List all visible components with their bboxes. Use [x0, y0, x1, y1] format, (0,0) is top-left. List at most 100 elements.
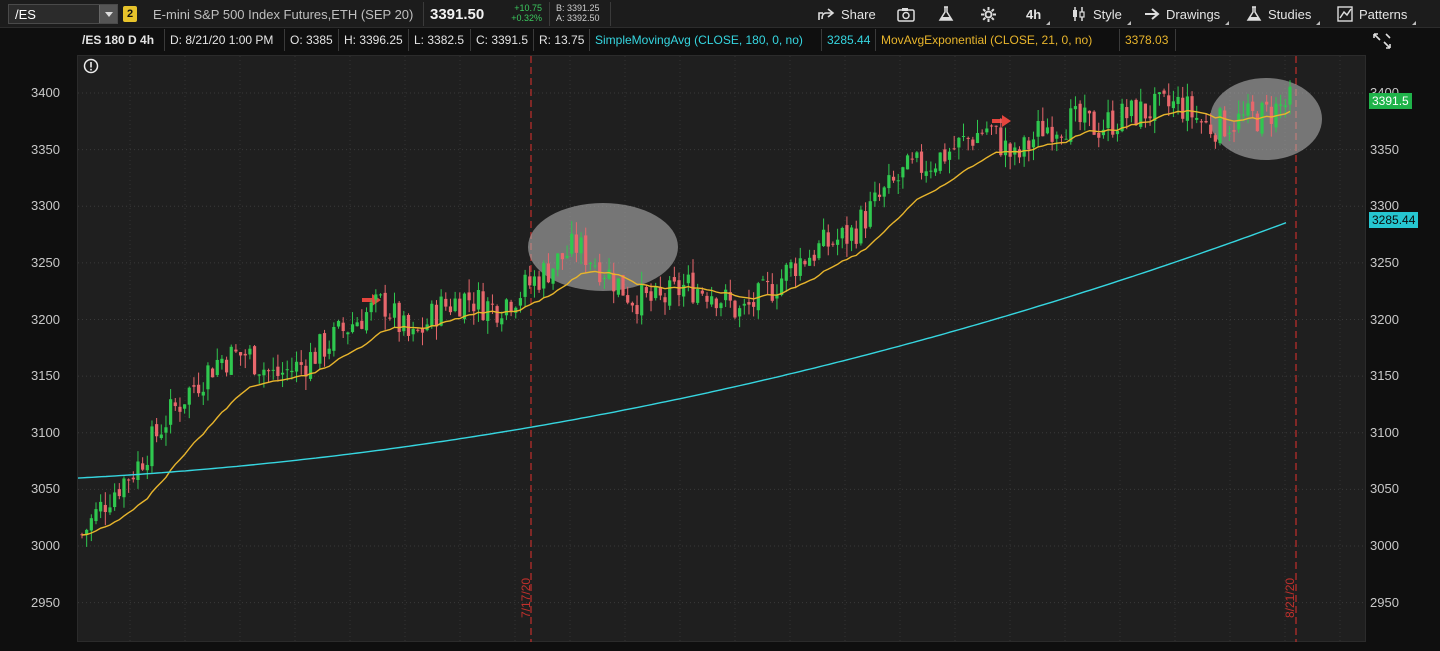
y-tick-label: 2950: [1370, 594, 1399, 610]
candle-body: [266, 370, 271, 372]
pattern-chart-icon: [1337, 6, 1353, 22]
candle-body: [1087, 110, 1092, 114]
candle-body: [1148, 116, 1152, 119]
candle-body: [271, 369, 275, 371]
candle-body: [1246, 103, 1250, 116]
candle-body: [383, 292, 387, 317]
candle-body: [1064, 138, 1068, 140]
candle-body: [933, 168, 938, 173]
sma-price-tag: 3285.44: [1369, 212, 1419, 228]
candle-body: [346, 332, 350, 335]
candle-body: [294, 361, 299, 372]
last-price: 3391.50: [430, 6, 485, 23]
candle-body: [584, 235, 588, 265]
candle-body: [868, 201, 872, 227]
candle-body: [560, 253, 565, 260]
y-tick-label: 3150: [31, 368, 60, 384]
candle-body: [341, 322, 345, 332]
patterns-label: Patterns: [1359, 6, 1408, 22]
candle-body: [574, 234, 578, 253]
candle-body: [532, 276, 537, 286]
candle-body: [528, 276, 532, 286]
toolbar: /ES 2 E-mini S&P 500 Index Futures,ETH (…: [0, 0, 1440, 28]
candle-body: [738, 308, 742, 317]
y-tick-label: 3400: [31, 85, 60, 100]
candle-body: [644, 287, 648, 294]
candle-body: [733, 300, 737, 318]
timeframe-button[interactable]: 4h: [1026, 5, 1051, 25]
candle-body: [630, 302, 634, 306]
candle-body: [122, 478, 126, 498]
candle-body: [369, 302, 373, 313]
candle-body: [173, 402, 177, 407]
candle-body: [626, 295, 630, 303]
y-tick-label: 3200: [1370, 311, 1399, 327]
candle-body: [640, 283, 644, 316]
snapshot-button[interactable]: [897, 5, 921, 23]
candle-body: [476, 289, 481, 310]
candle-body: [1134, 99, 1138, 126]
candle-body: [947, 151, 952, 160]
candle-body: [668, 280, 672, 306]
candle-body: [1209, 124, 1213, 135]
candle-body: [411, 328, 415, 335]
candle-body: [1055, 134, 1059, 139]
candle-body: [322, 333, 327, 357]
studies-corner-icon: [1316, 21, 1321, 25]
candle-body: [1269, 106, 1273, 124]
symbol-selector[interactable]: /ES: [8, 4, 118, 24]
link-group-badge[interactable]: 2: [123, 6, 137, 22]
candle-body: [1241, 114, 1245, 116]
candle-body: [1190, 96, 1194, 118]
y-tick-label: 3250: [1370, 254, 1399, 270]
candle-body: [1153, 93, 1157, 121]
candle-body: [961, 136, 966, 138]
candle-body: [658, 287, 662, 296]
candle-body: [276, 366, 280, 377]
arrow-right-icon: [1145, 8, 1160, 20]
candle-body: [882, 187, 886, 197]
net-change: +10.75: [514, 3, 542, 13]
candle-body: [224, 359, 229, 373]
candle-body: [1129, 100, 1134, 117]
divider: [549, 2, 550, 26]
symbol-input[interactable]: /ES: [15, 7, 36, 22]
symbol-dropdown-button[interactable]: [99, 5, 117, 23]
candle-body: [243, 353, 247, 356]
share-button[interactable]: Share: [818, 5, 876, 23]
instrument-description: E-mini S&P 500 Index Futures,ETH (SEP 20…: [153, 7, 414, 22]
patterns-button[interactable]: Patterns: [1337, 5, 1417, 25]
candle-body: [117, 489, 121, 497]
candle-body: [1022, 137, 1026, 157]
drawings-button[interactable]: Drawings: [1144, 5, 1230, 25]
candle-body: [1125, 107, 1129, 119]
strategy-button[interactable]: [938, 5, 960, 23]
candle-body: [94, 509, 98, 522]
chart-panel: /ES 180 D 4h D: 8/21/20 1:00 PM O: 3385 …: [0, 28, 1440, 651]
candle-body: [159, 434, 163, 439]
candle-body: [579, 237, 583, 254]
candle-body: [700, 290, 704, 294]
candle-body: [458, 298, 462, 317]
annotation-arrow: [992, 115, 1011, 127]
candle-body: [1045, 127, 1050, 134]
candle-body: [1181, 97, 1185, 119]
candle-body: [215, 359, 219, 376]
candle-body: [518, 298, 523, 306]
candle-body: [136, 461, 140, 480]
settings-button[interactable]: [980, 5, 1003, 23]
candle-body: [826, 232, 830, 247]
candle-body: [672, 277, 676, 282]
candle-body: [178, 406, 182, 412]
candle-body: [444, 298, 448, 307]
candle-body: [467, 292, 471, 301]
candle-body: [187, 387, 191, 405]
studies-button[interactable]: Studies: [1246, 5, 1321, 25]
candle-body: [1078, 103, 1082, 123]
candle-body: [1157, 92, 1162, 95]
style-button[interactable]: Style: [1071, 5, 1131, 25]
candle-body: [229, 346, 233, 375]
divider: [423, 2, 424, 26]
candle-body: [654, 286, 658, 299]
ask-price: A: 3392.50: [556, 13, 600, 23]
